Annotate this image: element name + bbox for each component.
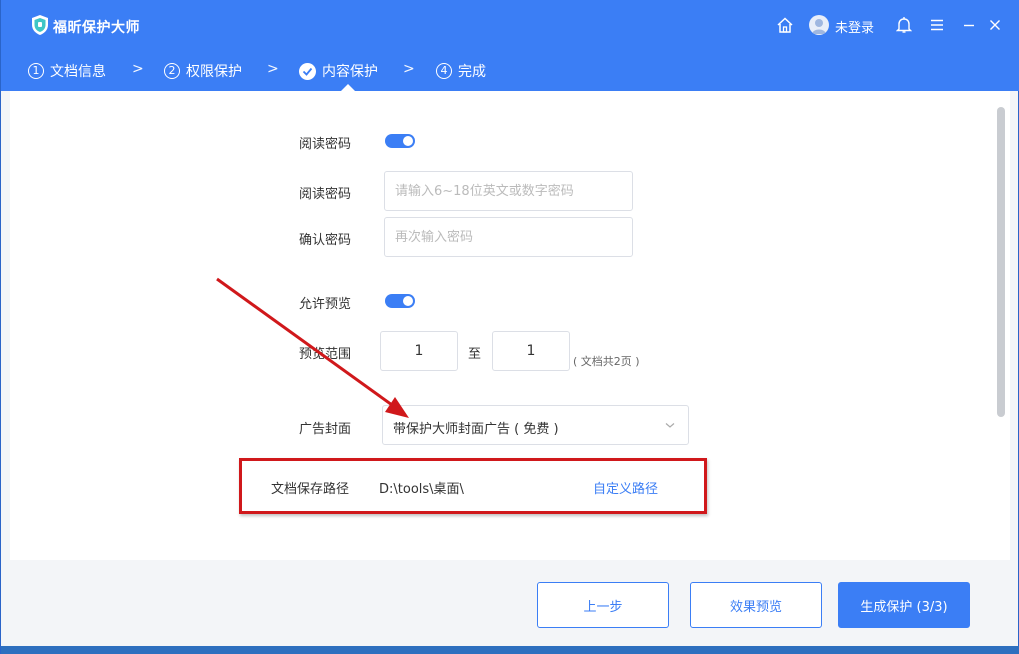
toggle-knob (403, 136, 413, 146)
toggle-knob (403, 296, 413, 306)
step-number: 1 (28, 63, 44, 79)
app-window: 福昕保护大师 未登录 1 文档信息 > 2 权限保护 > 内容保护 > 4 完成… (0, 0, 1019, 654)
app-title: 福昕保护大师 (53, 20, 140, 36)
confirm-password-input[interactable] (384, 217, 633, 257)
read-password-toggle[interactable] (385, 134, 415, 148)
vertical-scrollbar[interactable] (997, 107, 1005, 417)
avatar[interactable] (809, 15, 829, 35)
chevron-down-icon (665, 423, 675, 428)
preview-to-input[interactable] (492, 331, 570, 371)
step-separator: > (132, 61, 144, 77)
save-path-label: 文档保存路径 (271, 482, 350, 497)
close-icon[interactable] (985, 15, 1005, 35)
step-content-protect: 内容保护 (299, 58, 378, 84)
ad-cover-label: 广告封面 (299, 422, 352, 437)
step-number: 4 (436, 63, 452, 79)
confirm-password-label: 确认密码 (299, 233, 352, 248)
step-label: 内容保护 (322, 64, 378, 80)
window-bottom-edge (1, 646, 1019, 654)
step-permission-protect: 2 权限保护 (164, 58, 242, 84)
allow-preview-toggle[interactable] (385, 294, 415, 308)
allow-preview-label: 允许预览 (299, 297, 352, 312)
step-label: 文档信息 (50, 64, 106, 80)
preview-range-label: 预览范围 (299, 347, 352, 362)
step-label: 完成 (458, 64, 486, 80)
step-separator: > (403, 61, 415, 77)
step-separator: > (267, 61, 279, 77)
page-count-note: ( 文档共2页 ) (573, 355, 640, 368)
active-step-pointer (341, 84, 355, 91)
generate-protect-button[interactable]: 生成保护 (3/3) (838, 582, 970, 628)
step-number: 2 (164, 63, 180, 79)
step-indicator: 1 文档信息 > 2 权限保护 > 内容保护 > 4 完成 (1, 58, 1019, 84)
read-password-input[interactable] (384, 171, 633, 211)
minimize-icon[interactable] (959, 15, 979, 35)
step-label: 权限保护 (186, 64, 242, 80)
prev-step-button[interactable]: 上一步 (537, 582, 669, 628)
step-complete: 4 完成 (436, 58, 486, 84)
check-icon (299, 62, 316, 80)
preview-from-input[interactable] (380, 331, 458, 371)
preview-effect-button[interactable]: 效果预览 (690, 582, 822, 628)
save-path-value: D:\tools\桌面\ (379, 482, 464, 497)
shield-logo-icon (32, 15, 48, 35)
login-status[interactable]: 未登录 (835, 17, 874, 36)
read-password-label: 阅读密码 (299, 187, 352, 202)
ad-cover-value: 带保护大师封面广告 ( 免费 ) (393, 422, 559, 437)
ad-cover-select[interactable]: 带保护大师封面广告 ( 免费 ) (382, 405, 689, 445)
menu-icon[interactable] (927, 15, 947, 35)
home-icon[interactable] (775, 15, 795, 35)
read-password-toggle-label: 阅读密码 (299, 137, 352, 152)
preview-to-word: 至 (468, 347, 482, 362)
step-document-info: 1 文档信息 (28, 58, 106, 84)
bell-icon[interactable] (894, 15, 914, 35)
custom-path-link[interactable]: 自定义路径 (593, 478, 658, 497)
title-bar: 福昕保护大师 未登录 1 文档信息 > 2 权限保护 > 内容保护 > 4 完成 (1, 0, 1019, 91)
